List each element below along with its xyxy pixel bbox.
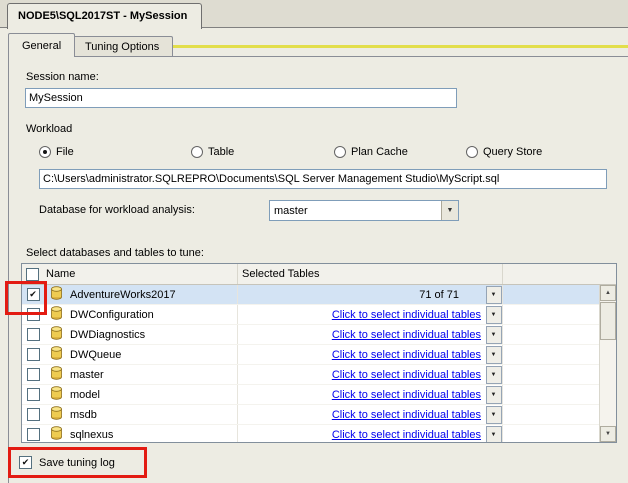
row-dropdown-button[interactable]: ▼ bbox=[485, 385, 502, 404]
document-tab[interactable]: NODE5\SQL2017ST - MySession bbox=[7, 3, 203, 29]
row-checkbox[interactable] bbox=[26, 308, 40, 321]
database-name: sqlnexus bbox=[68, 425, 238, 442]
row-checkbox[interactable] bbox=[26, 328, 40, 341]
row-checkbox[interactable] bbox=[26, 388, 40, 401]
row-dropdown-button[interactable]: ▼ bbox=[485, 405, 502, 424]
table-row[interactable]: model Click to select individual tables … bbox=[22, 385, 599, 405]
row-checkbox[interactable] bbox=[26, 428, 40, 441]
table-row[interactable]: sqlnexus Click to select individual tabl… bbox=[22, 425, 599, 442]
tab-tuning-options[interactable]: Tuning Options bbox=[71, 36, 174, 56]
row-checkbox[interactable] bbox=[26, 408, 40, 421]
row-dropdown-button[interactable]: ▼ bbox=[485, 285, 502, 304]
database-icon bbox=[50, 286, 63, 303]
database-for-analysis-combobox[interactable]: master ▼ bbox=[269, 200, 459, 221]
radio-query-store[interactable]: Query Store bbox=[466, 145, 542, 159]
database-icon bbox=[50, 306, 63, 323]
row-dropdown-button[interactable]: ▼ bbox=[485, 425, 502, 442]
select-tables-link[interactable]: Click to select individual tables bbox=[332, 429, 481, 441]
database-icon bbox=[50, 386, 63, 403]
session-name-input[interactable] bbox=[25, 88, 457, 108]
database-name: msdb bbox=[68, 405, 238, 424]
database-name: AdventureWorks2017 bbox=[68, 285, 238, 304]
database-name: DWDiagnostics bbox=[68, 325, 238, 344]
radio-query-store-icon bbox=[466, 146, 478, 158]
row-dropdown-button[interactable]: ▼ bbox=[485, 305, 502, 324]
selected-tables-cell: 71 of 71 bbox=[419, 288, 459, 301]
database-icon bbox=[50, 426, 63, 442]
session-tabstrip: General Tuning Options bbox=[8, 33, 620, 57]
table-row[interactable]: master Click to select individual tables… bbox=[22, 365, 599, 385]
row-checkbox[interactable]: ✔ bbox=[26, 288, 40, 301]
table-row[interactable]: ✔ AdventureWorks2017 71 of 71 ▼ bbox=[22, 285, 599, 305]
database-icon bbox=[50, 346, 63, 363]
radio-table[interactable]: Table bbox=[191, 145, 234, 159]
workload-label: Workload bbox=[26, 123, 73, 135]
save-tuning-log-row: ✔ Save tuning log bbox=[19, 456, 115, 469]
selected-tables-cell: Click to select individual tables bbox=[238, 345, 485, 364]
database-icon bbox=[50, 406, 63, 423]
select-databases-label: Select databases and tables to tune: bbox=[26, 247, 204, 259]
column-header-selected-tables[interactable]: Selected Tables bbox=[238, 264, 503, 284]
table-row[interactable]: msdb Click to select individual tables ▼ bbox=[22, 405, 599, 425]
select-tables-link[interactable]: Click to select individual tables bbox=[332, 409, 481, 421]
workload-file-path-input[interactable] bbox=[39, 169, 607, 189]
database-name: DWQueue bbox=[68, 345, 238, 364]
scrollbar-thumb[interactable] bbox=[600, 302, 616, 340]
column-header-name[interactable]: Name bbox=[22, 264, 238, 284]
save-tuning-log-label: Save tuning log bbox=[39, 456, 115, 469]
database-for-analysis-value: master bbox=[274, 204, 308, 217]
selected-tables-cell: Click to select individual tables bbox=[238, 425, 485, 442]
selected-tables-cell: Click to select individual tables bbox=[238, 325, 485, 344]
select-tables-link[interactable]: Click to select individual tables bbox=[332, 349, 481, 361]
row-checkbox[interactable] bbox=[26, 368, 40, 381]
table-row[interactable]: DWQueue Click to select individual table… bbox=[22, 345, 599, 365]
radio-file[interactable]: File bbox=[39, 145, 74, 159]
selected-tables-cell: Click to select individual tables bbox=[238, 405, 485, 424]
radio-plan-cache-icon bbox=[334, 146, 346, 158]
database-for-analysis-label: Database for workload analysis: bbox=[39, 204, 195, 216]
grid-scrollbar[interactable]: ▲ ▼ bbox=[599, 285, 616, 442]
select-tables-link[interactable]: Click to select individual tables bbox=[332, 389, 481, 401]
scroll-down-icon[interactable]: ▼ bbox=[600, 426, 616, 442]
row-dropdown-button[interactable]: ▼ bbox=[485, 325, 502, 344]
select-tables-link[interactable]: Click to select individual tables bbox=[332, 369, 481, 381]
row-dropdown-button[interactable]: ▼ bbox=[485, 345, 502, 364]
database-icon bbox=[50, 326, 63, 343]
grid-header: Name Selected Tables bbox=[22, 264, 616, 285]
radio-table-icon bbox=[191, 146, 203, 158]
grid-body: ✔ AdventureWorks2017 71 of 71 ▼ DWConfig… bbox=[22, 285, 599, 442]
row-dropdown-button[interactable]: ▼ bbox=[485, 365, 502, 384]
table-row[interactable]: DWDiagnostics Click to select individual… bbox=[22, 325, 599, 345]
document-tab-bar: NODE5\SQL2017ST - MySession bbox=[0, 0, 628, 29]
select-all-checkbox[interactable] bbox=[26, 267, 39, 281]
radio-file-icon bbox=[39, 146, 51, 158]
dropdown-arrow-icon[interactable]: ▼ bbox=[441, 201, 458, 220]
scroll-up-icon[interactable]: ▲ bbox=[600, 285, 616, 301]
tab-general[interactable]: General bbox=[8, 33, 76, 57]
select-tables-link[interactable]: Click to select individual tables bbox=[332, 309, 481, 321]
selected-tables-cell: Click to select individual tables bbox=[238, 365, 485, 384]
general-tab-page: Session name: Workload File Table Plan C… bbox=[8, 56, 628, 483]
select-tables-link[interactable]: Click to select individual tables bbox=[332, 329, 481, 341]
selected-tables-cell: Click to select individual tables bbox=[238, 385, 485, 404]
databases-grid: Name Selected Tables ✔ AdventureWorks201… bbox=[21, 263, 617, 443]
database-name: DWConfiguration bbox=[68, 305, 238, 324]
row-checkbox[interactable] bbox=[26, 348, 40, 361]
selected-tables-cell: Click to select individual tables bbox=[238, 305, 485, 324]
document-tab-title: NODE5\SQL2017ST - MySession bbox=[18, 9, 188, 22]
save-tuning-log-checkbox[interactable]: ✔ bbox=[19, 456, 32, 469]
radio-plan-cache[interactable]: Plan Cache bbox=[334, 145, 408, 159]
database-icon bbox=[50, 366, 63, 383]
table-row[interactable]: DWConfiguration Click to select individu… bbox=[22, 305, 599, 325]
database-name: model bbox=[68, 385, 238, 404]
session-name-label: Session name: bbox=[26, 71, 99, 83]
column-header-filler bbox=[503, 264, 616, 284]
database-name: master bbox=[68, 365, 238, 384]
